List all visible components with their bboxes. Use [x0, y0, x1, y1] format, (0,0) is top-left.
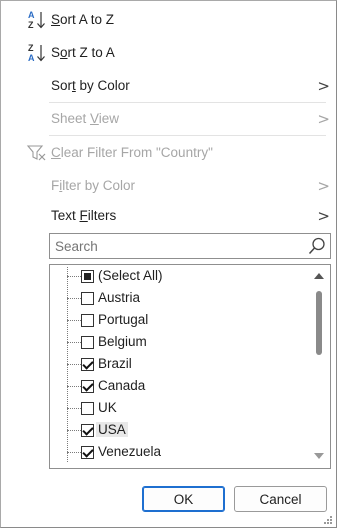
clear-filter-item: Clear Filter From "Country" [1, 136, 336, 169]
brazil-checkbox[interactable] [81, 358, 94, 371]
scroll-up-icon[interactable] [314, 273, 324, 279]
clear-filter-icon [26, 142, 48, 164]
list-item-label: Austria [98, 290, 141, 305]
list-item-label: Canada [98, 378, 146, 393]
canada-checkbox[interactable] [81, 380, 94, 393]
tree-connector [67, 386, 81, 387]
scrollbar-thumb[interactable] [316, 291, 322, 355]
search-input[interactable] [50, 234, 300, 258]
list-item-venezuela[interactable]: Venezuela [50, 442, 308, 464]
svg-text:Z: Z [28, 20, 34, 30]
tree-connector [67, 342, 81, 343]
tree-connector [67, 298, 81, 299]
sort-a-to-z-label: Sort A to Z [51, 12, 115, 27]
select-all-checkbox[interactable] [81, 270, 94, 283]
svg-text:Z: Z [28, 43, 34, 53]
filter-dropdown-panel: A Z Sort A to Z Z A Sort Z to A Sort by … [0, 0, 337, 528]
ok-button[interactable]: OK [142, 486, 225, 512]
tree-connector [67, 364, 81, 365]
chevron-right-icon: > [317, 76, 330, 95]
uk-checkbox[interactable] [81, 402, 94, 415]
sort-by-color-item[interactable]: Sort by Color > [1, 69, 336, 102]
sort-by-color-label: Sort by Color [51, 78, 130, 93]
list-item-brazil[interactable]: Brazil [50, 354, 308, 376]
list-item-label: Portugal [98, 312, 149, 327]
list-item-belgium[interactable]: Belgium [50, 332, 308, 354]
chevron-right-icon: > [317, 206, 330, 225]
list-item-uk[interactable]: UK [50, 398, 308, 420]
list-item-canada[interactable]: Canada [50, 376, 308, 398]
list-item-portugal[interactable]: Portugal [50, 310, 308, 332]
list-item-label: (Select All) [98, 268, 163, 283]
sheet-view-label: Sheet View [51, 111, 120, 126]
list-item-usa[interactable]: USA [50, 420, 308, 442]
list-item-label: USA [96, 422, 128, 437]
usa-checkbox[interactable] [81, 424, 94, 437]
filter-by-color-label: Filter by Color [51, 178, 136, 193]
svg-text:A: A [28, 53, 35, 63]
list-item-label: UK [98, 400, 117, 415]
scroll-down-icon[interactable] [314, 453, 324, 459]
tree-connector [67, 320, 81, 321]
text-filters-item[interactable]: Text Filters > [1, 199, 336, 232]
text-filters-label: Text Filters [51, 208, 117, 223]
sort-a-to-z-item[interactable]: A Z Sort A to Z [1, 3, 336, 36]
list-item-label: Brazil [98, 356, 132, 371]
cancel-button[interactable]: Cancel [234, 486, 327, 512]
belgium-checkbox[interactable] [81, 336, 94, 349]
sort-z-to-a-label: Sort Z to A [51, 45, 115, 60]
search-icon[interactable] [307, 236, 327, 256]
list-item-select-all[interactable]: (Select All) [50, 266, 308, 288]
portugal-checkbox[interactable] [81, 314, 94, 327]
vertical-scrollbar[interactable] [309, 265, 330, 468]
list-item-label: Belgium [98, 334, 147, 349]
filter-by-color-item: Filter by Color > [1, 169, 336, 202]
austria-checkbox[interactable] [81, 292, 94, 305]
search-box [49, 233, 331, 259]
svg-text:A: A [28, 10, 35, 20]
filter-values-list[interactable]: (Select All) Austria Portugal Belgium Br… [49, 264, 331, 469]
sort-descending-icon: Z A [26, 42, 48, 64]
tree-connector [67, 430, 81, 431]
list-item-austria[interactable]: Austria [50, 288, 308, 310]
tree-connector [67, 452, 81, 453]
chevron-right-icon: > [317, 109, 330, 128]
clear-filter-label: Clear Filter From "Country" [51, 145, 213, 160]
resize-grip-icon[interactable] [324, 516, 332, 524]
sheet-view-item: Sheet View > [1, 102, 336, 135]
sort-ascending-icon: A Z [26, 9, 48, 31]
tree-connector [67, 276, 81, 277]
chevron-right-icon: > [317, 176, 330, 195]
tree-connector [67, 408, 81, 409]
sort-z-to-a-item[interactable]: Z A Sort Z to A [1, 36, 336, 69]
list-item-label: Venezuela [98, 444, 162, 459]
venezuela-checkbox[interactable] [81, 446, 94, 459]
